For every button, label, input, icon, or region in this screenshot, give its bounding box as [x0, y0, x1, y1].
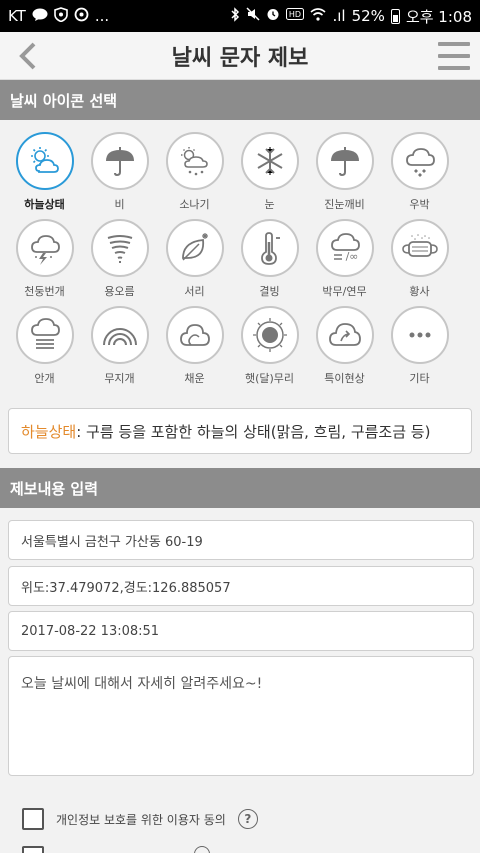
signal-icon: .ıl [332, 7, 346, 25]
hamburger-menu-icon[interactable] [438, 42, 470, 70]
weather-option-label: 서리 [184, 285, 205, 298]
svg-text:/∞: /∞ [345, 250, 358, 263]
page-title: 날씨 문자 제보 [171, 45, 309, 71]
weather-option-label: 하늘상태 [24, 198, 65, 211]
svg-text:HD: HD [289, 10, 301, 19]
coordinates-field[interactable]: 위도:37.479072,경도:126.885057 [8, 566, 474, 606]
weather-option-label: 안개 [34, 372, 55, 385]
weather-option-label: 채운 [184, 372, 205, 385]
weather-option-rain[interactable]: 비 [82, 132, 157, 212]
description-term: 하늘상태 [21, 422, 77, 441]
weather-option-label: 진눈깨비 [324, 198, 365, 211]
weather-option-frost[interactable]: 서리 [157, 219, 232, 299]
carrier-label: KT [8, 7, 26, 25]
section-header-icons: 날씨 아이콘 선택 [0, 80, 480, 120]
more-notifications: ... [94, 7, 110, 25]
weather-option-other[interactable]: 기타 [382, 306, 457, 386]
report-content-textarea[interactable]: 오늘 날씨에 대해서 자세히 알려주세요~! [8, 656, 474, 776]
shield-icon [54, 6, 68, 26]
snowflake-icon[interactable] [240, 132, 299, 190]
fog-icon[interactable] [15, 306, 74, 364]
second-consent-row [22, 846, 210, 853]
halo-icon[interactable] [240, 306, 299, 364]
icon-description: 하늘상태 : 구름 등을 포함한 하늘의 상태(맑음, 흐림, 구름조금 등) [8, 408, 472, 454]
second-consent-checkbox[interactable] [22, 846, 44, 853]
weather-option-label: 천둥번개 [24, 285, 65, 298]
datetime-field[interactable]: 2017-08-22 13:08:51 [8, 611, 474, 651]
mask-icon[interactable] [390, 219, 449, 277]
hail-icon[interactable] [390, 132, 449, 190]
shower-icon[interactable] [165, 132, 224, 190]
weather-option-label: 비 [114, 198, 125, 211]
wifi-icon [310, 7, 327, 25]
sync-icon [74, 7, 89, 26]
weather-option-label: 눈 [264, 198, 275, 211]
weather-option-rainbow[interactable]: 무지개 [82, 306, 157, 386]
section-header-report: 제보내용 입력 [0, 468, 480, 508]
weather-option-yellowdust[interactable]: 황사 [382, 219, 457, 299]
privacy-consent-row: 개인정보 보호를 위한 이용자 동의 ? [22, 808, 258, 830]
unusual-cloud-icon[interactable] [315, 306, 374, 364]
partly-cloudy-icon[interactable] [15, 132, 74, 190]
more-dots-icon[interactable] [390, 306, 449, 364]
weather-option-label: 소나기 [179, 198, 210, 211]
back-arrow-icon[interactable] [14, 40, 44, 72]
weather-option-freeze[interactable]: 결빙 [232, 219, 307, 299]
weather-option-sky[interactable]: 하늘상태 [7, 132, 82, 212]
weather-option-thunder[interactable]: 천둥번개 [7, 219, 82, 299]
bluetooth-icon [230, 6, 240, 26]
weather-option-halo[interactable]: 햇(달)무리 [232, 306, 307, 386]
app-bar: 날씨 문자 제보 [0, 32, 480, 80]
description-text: : 구름 등을 포함한 하늘의 상태(맑음, 흐림, 구름조금 등) [76, 422, 431, 441]
help-icon[interactable]: ? [237, 809, 258, 829]
rainbow-icon[interactable] [90, 306, 149, 364]
weather-icon-grid: 하늘상태 비 소나기 눈 진눈깨비 우박 천둥번개 용오름 서리 결빙 /∞ 박… [0, 120, 480, 408]
clock: 오후 1:08 [405, 7, 472, 26]
weather-option-label: 햇(달)무리 [244, 372, 295, 385]
weather-option-shower[interactable]: 소나기 [157, 132, 232, 212]
colored-cloud-icon[interactable] [165, 306, 224, 364]
thermometer-icon[interactable] [240, 219, 299, 277]
weather-option-snow[interactable]: 눈 [232, 132, 307, 212]
sleet-icon[interactable] [315, 132, 374, 190]
rain-umbrella-icon[interactable] [90, 132, 149, 190]
mist-icon[interactable]: /∞ [315, 219, 374, 277]
weather-option-hail[interactable]: 우박 [382, 132, 457, 212]
privacy-consent-checkbox[interactable] [22, 808, 44, 830]
weather-option-fog[interactable]: 안개 [7, 306, 82, 386]
weather-option-label: 무지개 [104, 372, 135, 385]
weather-option-unusual[interactable]: 특이현상 [307, 306, 382, 386]
mute-icon [246, 7, 261, 25]
frost-leaf-icon[interactable] [165, 219, 224, 277]
weather-option-iridescent-cloud[interactable]: 채운 [157, 306, 232, 386]
second-help-icon[interactable] [194, 846, 210, 853]
hd-icon: HD [286, 8, 305, 24]
weather-option-label: 박무/연무 [322, 285, 367, 298]
talk-icon [32, 8, 48, 25]
weather-option-label: 우박 [409, 198, 430, 211]
weather-option-mist[interactable]: /∞ 박무/연무 [307, 219, 382, 299]
weather-option-label: 특이현상 [324, 372, 365, 385]
alarm-icon [266, 7, 280, 25]
thunder-icon[interactable] [15, 219, 74, 277]
privacy-consent-label: 개인정보 보호를 위한 이용자 동의 [56, 812, 226, 827]
weather-option-label: 황사 [409, 285, 430, 298]
address-field[interactable]: 서울특별시 금천구 가산동 60-19 [8, 520, 474, 560]
weather-option-label: 결빙 [259, 285, 280, 298]
weather-option-label: 기타 [409, 372, 430, 385]
battery-percent: 52% [351, 7, 385, 25]
weather-option-sleet[interactable]: 진눈깨비 [307, 132, 382, 212]
tornado-icon[interactable] [90, 219, 149, 277]
weather-option-tornado[interactable]: 용오름 [82, 219, 157, 299]
status-bar: KT ... HD .ıl 52% 오후 1:08 [0, 0, 480, 32]
battery-icon [390, 8, 400, 24]
weather-option-label: 용오름 [104, 285, 135, 298]
